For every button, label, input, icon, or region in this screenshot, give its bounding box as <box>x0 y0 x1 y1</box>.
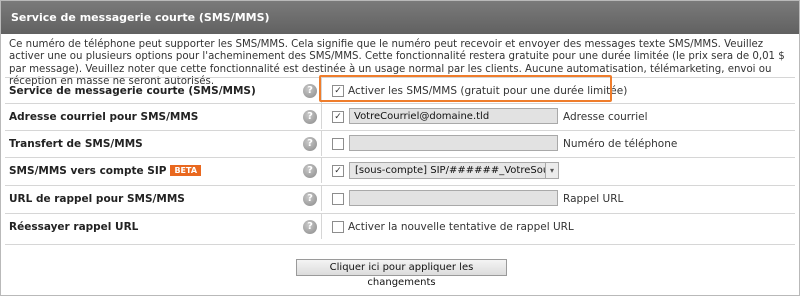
callback-label: URL de rappel pour SMS/MMS <box>9 193 185 205</box>
footer-divider <box>5 244 795 245</box>
column-divider <box>321 104 322 129</box>
email-field-hint: Adresse courriel <box>563 111 648 123</box>
panel-title: Service de messagerie courte (SMS/MMS) <box>1 1 799 34</box>
retry-label: Réessayer rappel URL <box>9 221 139 233</box>
sip-label: SMS/MMS vers compte SIP <box>9 165 167 177</box>
row-callback: URL de rappel pour SMS/MMS ? Rappel URL <box>5 185 795 211</box>
sip-account-select[interactable]: [sous-compte] SIP/######_VotreSousCompte <box>349 162 546 179</box>
help-icon[interactable]: ? <box>303 84 317 98</box>
callback-checkbox[interactable] <box>332 193 344 205</box>
beta-badge: BETA <box>170 165 202 176</box>
forward-label: Transfert de SMS/MMS <box>9 138 143 150</box>
email-label: Adresse courriel pour SMS/MMS <box>9 111 199 123</box>
email-input[interactable]: VotreCourriel@domaine.tld <box>349 108 558 124</box>
retry-text: Activer la nouvelle tentative de rappel … <box>348 221 574 233</box>
help-icon[interactable]: ? <box>303 164 317 178</box>
callback-url-input[interactable] <box>349 190 558 206</box>
row-email: Adresse courriel pour SMS/MMS ? ✓ VotreC… <box>5 103 795 129</box>
column-divider <box>321 214 322 239</box>
sms-service-label: Service de messagerie courte (SMS/MMS) <box>9 85 256 97</box>
help-icon[interactable]: ? <box>303 137 317 151</box>
highlight-box <box>319 75 612 102</box>
help-icon[interactable]: ? <box>303 220 317 234</box>
help-icon[interactable]: ? <box>303 192 317 206</box>
row-forward: Transfert de SMS/MMS ? Numéro de télépho… <box>5 130 795 156</box>
help-icon[interactable]: ? <box>303 110 317 124</box>
forward-field-hint: Numéro de téléphone <box>563 138 678 150</box>
retry-checkbox[interactable] <box>332 221 344 233</box>
forward-checkbox[interactable] <box>332 138 344 150</box>
column-divider <box>321 158 322 183</box>
sip-label-wrap: SMS/MMS vers compte SIP BETA <box>9 158 202 184</box>
chevron-down-icon[interactable]: ▾ <box>545 162 559 179</box>
column-divider <box>321 131 322 156</box>
row-retry: Réessayer rappel URL ? Activer la nouvel… <box>5 213 795 239</box>
forward-phone-input[interactable] <box>349 135 558 151</box>
sms-settings-panel: Service de messagerie courte (SMS/MMS) C… <box>0 0 800 296</box>
column-divider <box>321 186 322 211</box>
row-sip: SMS/MMS vers compte SIP BETA ? ✓ [sous-co… <box>5 157 795 183</box>
sip-checkbox[interactable]: ✓ <box>332 165 344 177</box>
callback-field-hint: Rappel URL <box>563 193 624 205</box>
email-checkbox[interactable]: ✓ <box>332 111 344 123</box>
apply-changes-button[interactable]: Cliquer ici pour appliquer les changemen… <box>296 259 507 288</box>
